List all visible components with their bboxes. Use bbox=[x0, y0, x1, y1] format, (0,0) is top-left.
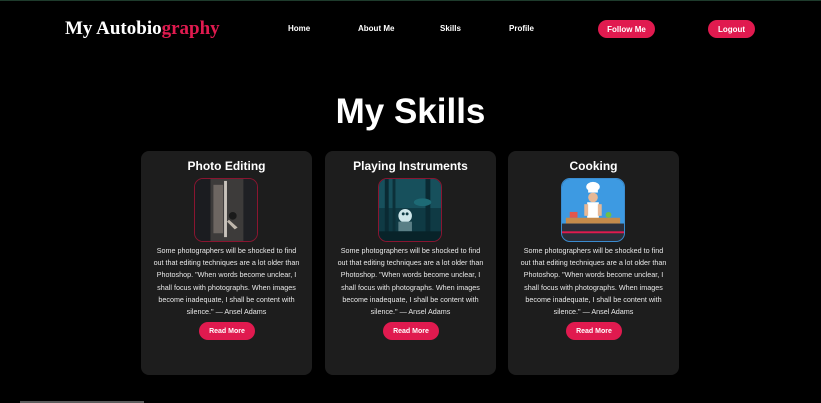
nav-home[interactable]: Home bbox=[288, 24, 310, 33]
logout-button[interactable]: Logout bbox=[708, 20, 755, 38]
photo-editing-image bbox=[194, 178, 258, 242]
brand-prefix: My Autobio bbox=[65, 18, 162, 39]
page-title: My Skills bbox=[335, 92, 486, 131]
skill-card-playing-instruments: Playing Instruments Some photographers w… bbox=[325, 151, 496, 375]
card-title: Playing Instruments bbox=[353, 159, 468, 173]
nav-about-me[interactable]: About Me bbox=[358, 24, 394, 33]
instruments-image bbox=[378, 178, 442, 242]
card-description: Some photographers will be shocked to fi… bbox=[337, 246, 484, 317]
card-title: Photo Editing bbox=[187, 159, 266, 173]
card-title: Cooking bbox=[569, 159, 618, 173]
card-description: Some photographers will be shocked to fi… bbox=[153, 246, 300, 317]
top-border bbox=[0, 0, 821, 1]
read-more-button[interactable]: Read More bbox=[566, 322, 622, 340]
instruments-illustration bbox=[379, 179, 441, 241]
skill-card-photo-editing: Photo Editing Some photographers will be… bbox=[141, 151, 312, 375]
nav-profile[interactable]: Profile bbox=[509, 24, 534, 33]
nav-skills[interactable]: Skills bbox=[440, 24, 461, 33]
cooking-illustration bbox=[562, 179, 624, 241]
read-more-button[interactable]: Read More bbox=[199, 322, 255, 340]
site-logo[interactable]: My Autobiography bbox=[65, 18, 220, 40]
read-more-button[interactable]: Read More bbox=[383, 322, 439, 340]
photo-editing-illustration bbox=[195, 179, 257, 241]
skill-card-cooking: Cooking Some photographers will be shock… bbox=[508, 151, 679, 375]
cooking-image bbox=[561, 178, 625, 242]
follow-me-button[interactable]: Follow Me bbox=[598, 20, 655, 38]
brand-accent: graphy bbox=[161, 18, 220, 39]
card-description: Some photographers will be shocked to fi… bbox=[520, 246, 667, 317]
